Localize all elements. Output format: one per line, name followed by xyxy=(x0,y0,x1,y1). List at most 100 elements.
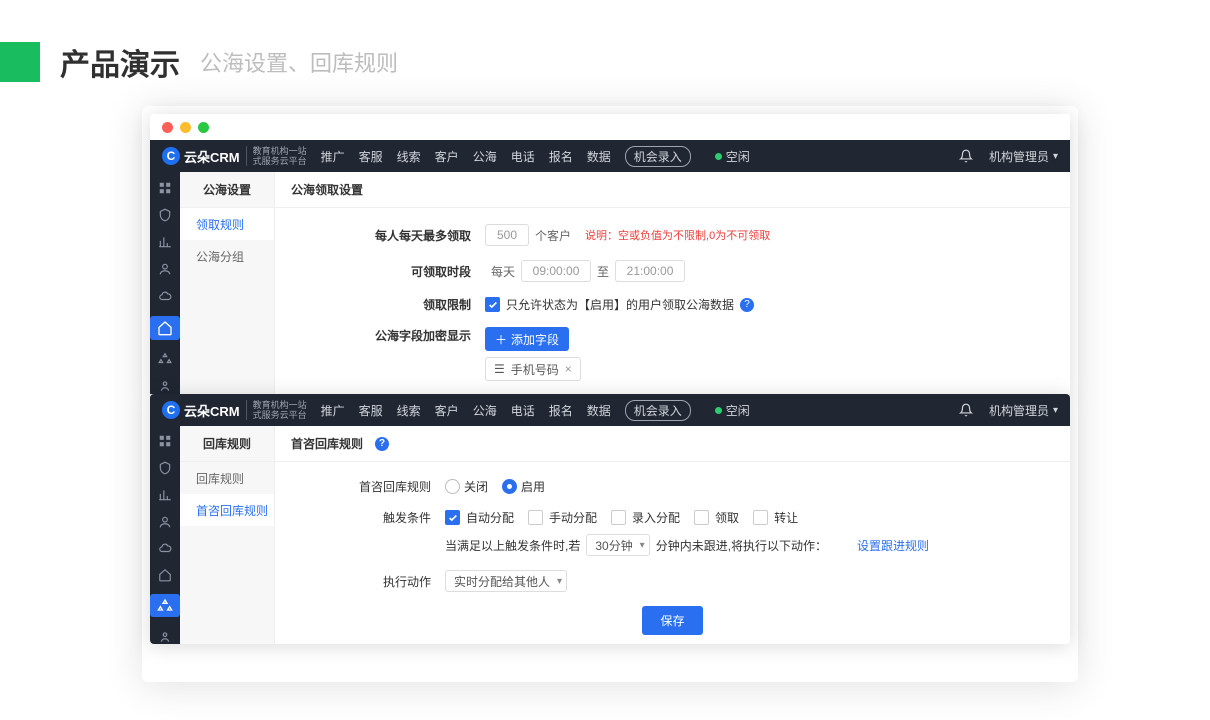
note-limit: 说明：空或负值为不限制,0为不可领取 xyxy=(585,227,770,243)
select-action[interactable]: 实时分配给其他人 xyxy=(445,570,567,592)
link-set-followup[interactable]: 设置跟进规则 xyxy=(857,537,929,554)
status-text: 空闲 xyxy=(726,402,750,419)
rail-shield-icon[interactable] xyxy=(156,207,174,222)
nav-xiansuo[interactable]: 线索 xyxy=(397,148,421,165)
rail-person-icon[interactable] xyxy=(156,629,174,644)
chk-claim[interactable]: 领取 xyxy=(694,509,739,526)
label-encrypt: 公海字段加密显示 xyxy=(275,327,485,344)
icon-rail xyxy=(150,426,180,644)
brand-icon: C xyxy=(162,401,180,419)
window-return-rules: C 云朵CRM 教育机构一站式服务云平台 推广 客服 线索 客户 公海 电话 报… xyxy=(150,394,1070,644)
brand: C 云朵CRM 教育机构一站式服务云平台 xyxy=(162,146,307,166)
nav-items: 推广 客服 线索 客户 公海 电话 报名 数据 xyxy=(321,148,611,165)
brand-name: 云朵CRM xyxy=(184,147,240,166)
user-menu[interactable]: 机构管理员 ▾ xyxy=(989,148,1058,165)
to-text: 至 xyxy=(597,263,609,280)
side-item-claim-rules[interactable]: 领取规则 xyxy=(180,208,274,240)
chip-phone: ☰手机号码× xyxy=(485,357,581,381)
nav-shuju[interactable]: 数据 xyxy=(587,148,611,165)
side-item-return-rules[interactable]: 回库规则 xyxy=(180,462,274,494)
nav-dianhua[interactable]: 电话 xyxy=(511,402,535,419)
side-item-groups[interactable]: 公海分组 xyxy=(180,240,274,272)
top-navbar-2: C 云朵CRM 教育机构一站式服务云平台 推广 客服 线索 客户 公海 电话 报… xyxy=(150,394,1070,426)
help-icon[interactable]: ? xyxy=(740,298,754,312)
rail-grid-icon[interactable] xyxy=(156,180,174,195)
rail-cloud-icon[interactable] xyxy=(156,289,174,304)
chip-remove-icon[interactable]: × xyxy=(565,362,572,376)
rail-pool-icon[interactable] xyxy=(156,568,174,583)
label-action: 执行动作 xyxy=(275,573,445,590)
nav-baoming[interactable]: 报名 xyxy=(549,148,573,165)
label-time-range: 可领取时段 xyxy=(275,263,485,280)
nav-items: 推广 客服 线索 客户 公海 电话 报名 数据 xyxy=(321,402,611,419)
user-label: 机构管理员 xyxy=(989,402,1049,419)
rail-person-icon[interactable] xyxy=(156,379,174,394)
chk-manual[interactable]: 手动分配 xyxy=(528,509,597,526)
chk-auto[interactable]: 自动分配 xyxy=(445,509,514,526)
slide-subtitle: 公海设置、回库规则 xyxy=(200,46,398,78)
rail-recycle-icon[interactable] xyxy=(150,594,180,617)
rail-chart-icon[interactable] xyxy=(156,234,174,249)
bell-icon[interactable] xyxy=(959,403,973,417)
bell-icon[interactable] xyxy=(959,149,973,163)
close-dot[interactable] xyxy=(162,122,173,133)
label-rule: 首咨回库规则 xyxy=(275,478,445,495)
minimize-dot[interactable] xyxy=(180,122,191,133)
top-navbar: C 云朵CRM 教育机构一站式服务云平台 推广 客服 线索 客户 公海 电话 报… xyxy=(150,140,1070,172)
rail-grid-icon[interactable] xyxy=(156,434,174,449)
rail-pool-icon[interactable] xyxy=(150,316,180,340)
add-field-button[interactable]: ＋添加字段 xyxy=(485,327,569,351)
accent-block xyxy=(0,42,40,82)
help-icon[interactable]: ? xyxy=(375,437,389,451)
nav-kefu[interactable]: 客服 xyxy=(359,148,383,165)
mac-titlebar xyxy=(150,114,1070,140)
input-time-start[interactable] xyxy=(521,260,591,282)
input-daily-max[interactable] xyxy=(485,224,529,246)
icon-rail xyxy=(150,172,180,394)
label-daily-max: 每人每天最多领取 xyxy=(275,227,485,244)
rail-cloud-icon[interactable] xyxy=(156,541,174,556)
checkbox-enabled-only[interactable] xyxy=(485,297,500,312)
rail-user-icon[interactable] xyxy=(156,514,174,529)
rail-shield-icon[interactable] xyxy=(156,461,174,476)
side-list: 公海设置 领取规则 公海分组 xyxy=(180,172,275,394)
user-menu[interactable]: 机构管理员 ▾ xyxy=(989,402,1058,419)
radio-on[interactable]: 启用 xyxy=(502,478,545,495)
chevron-down-icon: ▾ xyxy=(1053,151,1058,162)
list-icon: ☰ xyxy=(494,362,505,376)
nav-gonghai[interactable]: 公海 xyxy=(473,148,497,165)
status-dot-icon xyxy=(715,153,722,160)
nav-baoming[interactable]: 报名 xyxy=(549,402,573,419)
brand-name: 云朵CRM xyxy=(184,401,240,420)
nav-kehu[interactable]: 客户 xyxy=(435,402,459,419)
chk-transfer[interactable]: 转让 xyxy=(753,509,798,526)
trigger-text-pre: 当满足以上触发条件时,若 xyxy=(445,537,580,554)
brand-tagline: 教育机构一站式服务云平台 xyxy=(246,400,307,420)
brand-icon: C xyxy=(162,147,180,165)
rail-chart-icon[interactable] xyxy=(156,487,174,502)
input-time-end[interactable] xyxy=(615,260,685,282)
chk-input[interactable]: 录入分配 xyxy=(611,509,680,526)
nav-kehu[interactable]: 客户 xyxy=(435,148,459,165)
nav-xiansuo[interactable]: 线索 xyxy=(397,402,421,419)
checkbox-label-enabled-only: 只允许状态为【启用】的用户领取公海数据 xyxy=(506,296,734,313)
nav-gonghai[interactable]: 公海 xyxy=(473,402,497,419)
nav-dianhua[interactable]: 电话 xyxy=(511,148,535,165)
nav-record-button[interactable]: 机会录入 xyxy=(625,146,691,167)
nav-shuju[interactable]: 数据 xyxy=(587,402,611,419)
nav-kefu[interactable]: 客服 xyxy=(359,402,383,419)
unit-customers: 个客户 xyxy=(535,227,571,244)
zoom-dot[interactable] xyxy=(198,122,209,133)
nav-tuiguang[interactable]: 推广 xyxy=(321,148,345,165)
nav-record-button[interactable]: 机会录入 xyxy=(625,400,691,421)
daily-prefix: 每天 xyxy=(491,263,515,280)
side-item-first-consult[interactable]: 首咨回库规则 xyxy=(180,494,274,526)
status-indicator: 空闲 xyxy=(715,148,750,165)
rail-user-icon[interactable] xyxy=(156,262,174,277)
radio-off[interactable]: 关闭 xyxy=(445,478,488,495)
save-button[interactable]: 保存 xyxy=(642,606,702,635)
select-duration[interactable]: 30分钟 xyxy=(586,534,649,556)
window-gonghai-settings: C 云朵CRM 教育机构一站式服务云平台 推广 客服 线索 客户 公海 电话 报… xyxy=(150,114,1070,394)
rail-recycle-icon[interactable] xyxy=(156,352,174,367)
nav-tuiguang[interactable]: 推广 xyxy=(321,402,345,419)
